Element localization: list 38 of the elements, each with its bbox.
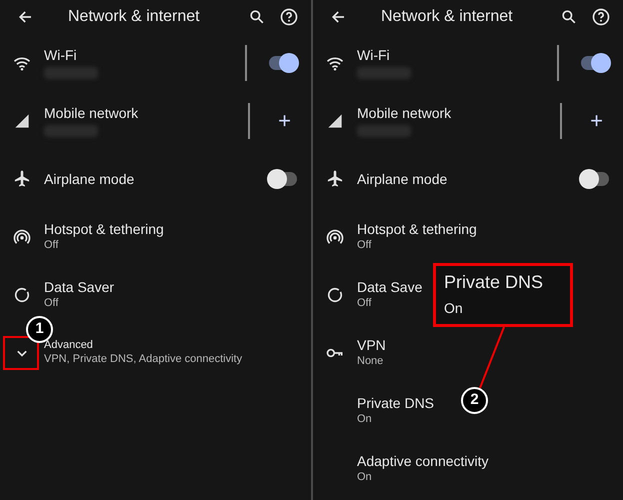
setting-title: Data Saver: [44, 279, 114, 296]
setting-title: VPN: [357, 337, 386, 354]
airplane-icon: [325, 169, 345, 189]
toggle-switch[interactable]: [581, 172, 609, 186]
toggle-switch[interactable]: [269, 56, 297, 70]
data-saver-icon: [325, 285, 345, 305]
data-saver-icon: [12, 285, 32, 305]
airplane-icon: [12, 169, 32, 189]
setting-title: Wi-Fi: [357, 46, 391, 64]
add-button[interactable]: +: [584, 110, 609, 132]
setting-title: Private DNS: [357, 395, 434, 412]
help-icon: [591, 7, 611, 27]
setting-status: None: [357, 354, 384, 369]
setting-title: Hotspot & tethering: [357, 221, 477, 238]
setting-status: Off: [357, 296, 372, 311]
toggle-switch[interactable]: [581, 56, 609, 70]
step-number-badge: 2: [461, 387, 488, 414]
add-button[interactable]: +: [272, 110, 297, 132]
setting-status: Off: [44, 296, 60, 311]
setting-title: Airplane mode: [44, 170, 134, 188]
setting-title: Wi-Fi: [44, 46, 78, 64]
setting-title: Adaptive connectivity: [357, 453, 489, 470]
setting-title: Mobile network: [44, 104, 138, 122]
page-title: Network & internet: [381, 7, 514, 27]
setting-title: Hotspot & tethering: [44, 221, 164, 238]
help-icon: [279, 7, 299, 27]
page-title: Network & internet: [68, 7, 201, 27]
setting-status: VPN, Private DNS, Adaptive connectivity: [44, 352, 242, 367]
setting-status: Off: [357, 238, 372, 253]
callout-title: Private DNS: [444, 272, 544, 294]
toggle-switch[interactable]: [269, 172, 297, 186]
setting-status: On: [357, 412, 373, 427]
setting-title: Data Save: [357, 279, 422, 296]
setting-title: Airplane mode: [357, 170, 448, 188]
setting-status: Off: [44, 238, 60, 253]
callout-status: On: [444, 298, 464, 318]
setting-title: Mobile network: [357, 104, 452, 122]
setting-status: On: [357, 470, 373, 485]
